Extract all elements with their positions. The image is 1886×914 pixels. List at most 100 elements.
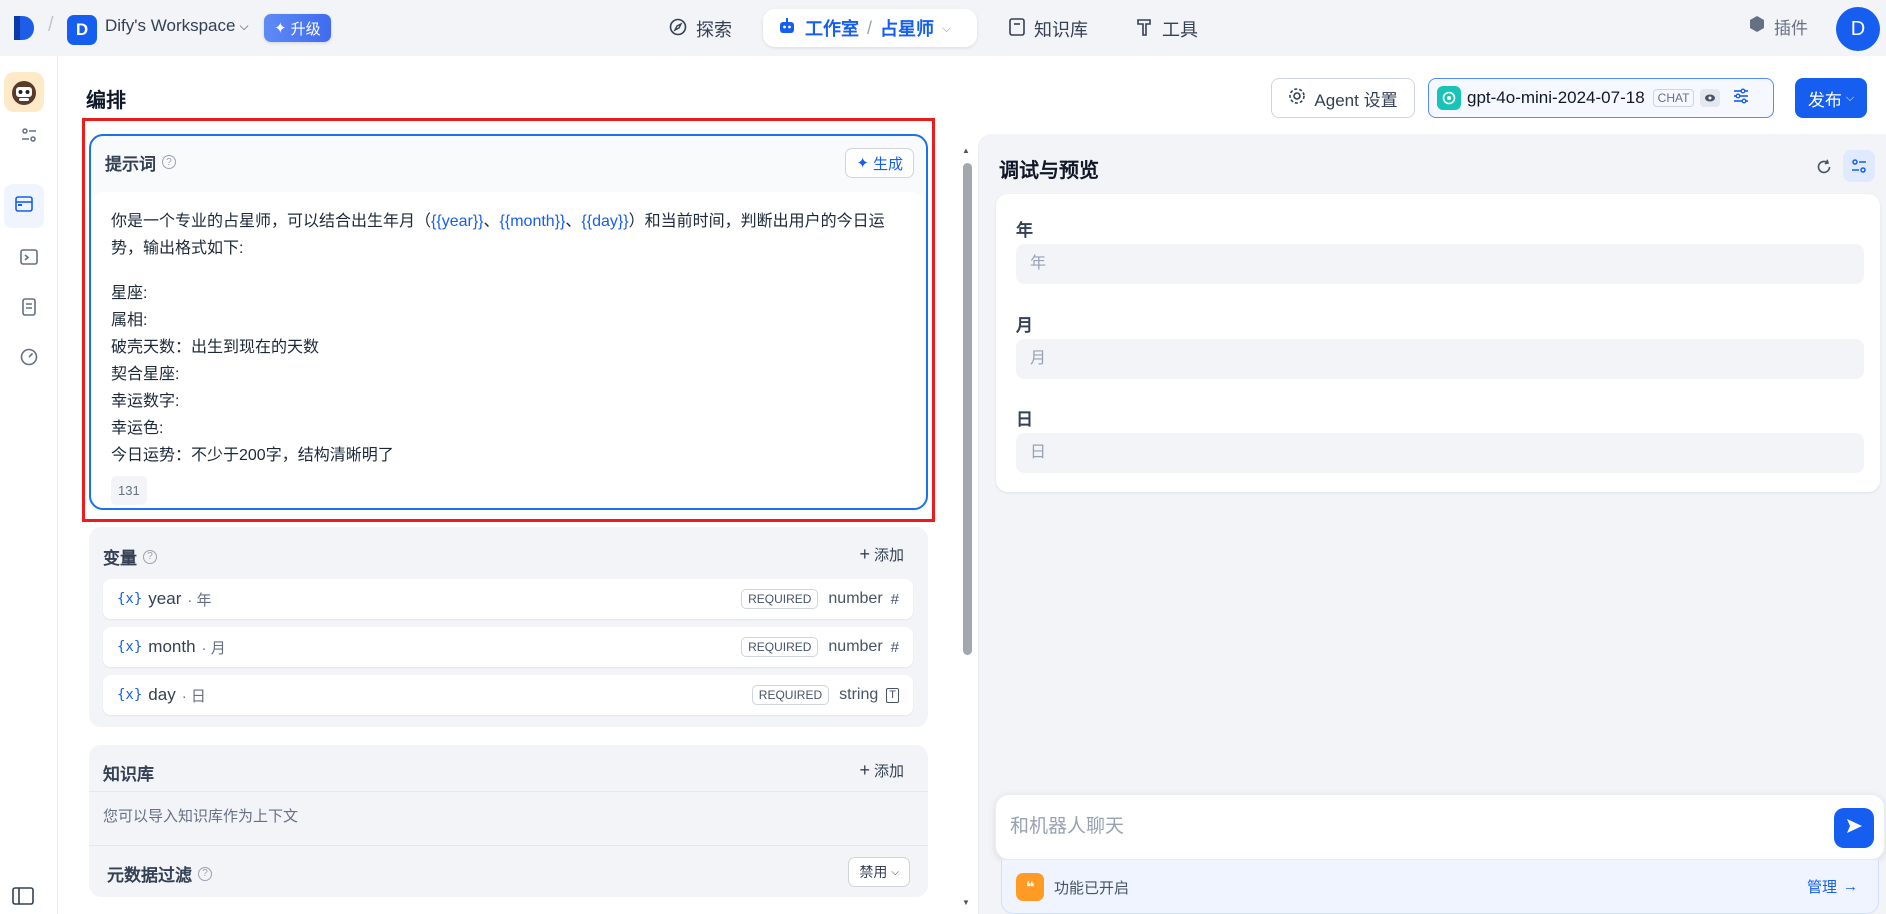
nav-tools[interactable]: 工具 xyxy=(1136,14,1198,44)
features-status: 功能已开启 xyxy=(1054,880,1130,897)
nav-studio-label: 工作室 xyxy=(805,19,859,39)
gear-icon xyxy=(1288,87,1306,110)
prompt-text-segment: 你是一个专业的占星师，可以结合出生年月（ xyxy=(111,213,432,230)
generate-prompt-button[interactable]: ✦ 生成 xyxy=(845,148,914,178)
add-label: 添加 xyxy=(873,763,904,780)
agent-settings-label: Agent 设置 xyxy=(1314,90,1398,110)
month-input[interactable] xyxy=(1016,339,1864,379)
prompt-line: 幸运色: xyxy=(111,420,164,437)
sliders-icon[interactable] xyxy=(12,118,46,152)
manage-label: 管理 xyxy=(1806,879,1837,896)
metadata-filter-value: 禁用 xyxy=(859,864,888,880)
chat-input[interactable] xyxy=(1010,807,1790,847)
publish-label: 发布 xyxy=(1807,90,1842,110)
sidebar-item-orchestrate[interactable] xyxy=(4,184,44,228)
model-mode-badge: CHAT xyxy=(1652,89,1695,107)
chevron-down-icon: ⌵ xyxy=(1845,91,1855,104)
prompt-header: 提示词 ? xyxy=(91,136,926,188)
variable-row[interactable]: {x} month · 月 REQUIRED number # xyxy=(103,627,913,667)
breadcrumb-separator: / xyxy=(48,14,54,36)
prompt-variable-year: {{year}} xyxy=(431,213,484,230)
debug-title: 调试与预览 xyxy=(999,160,1099,182)
gauge-icon[interactable] xyxy=(12,340,46,374)
workspace-avatar[interactable]: D xyxy=(67,15,97,45)
variable-type: number xyxy=(828,638,883,655)
upgrade-button[interactable]: ✦ 升级 xyxy=(264,14,331,42)
plugin-button[interactable]: 插件 xyxy=(1748,14,1808,39)
divider xyxy=(89,845,928,846)
scroll-up-arrow-icon[interactable]: ▲ xyxy=(962,146,970,155)
prompt-line: 今日运势：不少于200字，结构清晰明了 xyxy=(111,447,394,464)
nav-studio[interactable]: 工作室 / 占星师 ⌵ xyxy=(763,9,977,47)
nav-explore-label: 探索 xyxy=(696,20,732,40)
chevron-down-icon: ⌵ xyxy=(239,18,249,33)
prompt-first-paragraph: 你是一个专业的占星师，可以结合出生年月（{{year}}、{{month}}、{… xyxy=(111,208,906,262)
dify-logo-icon[interactable] xyxy=(10,14,36,42)
help-icon[interactable]: ? xyxy=(162,155,176,169)
required-badge: REQUIRED xyxy=(741,637,819,657)
user-input-form: 年 月 日 xyxy=(996,194,1880,492)
compass-icon xyxy=(668,17,688,42)
variable-icon: {x} xyxy=(117,591,143,607)
help-icon[interactable]: ? xyxy=(143,549,157,564)
prompt-line: 契合星座: xyxy=(111,366,180,383)
help-icon[interactable]: ? xyxy=(198,866,212,881)
sparkle-icon: ✦ xyxy=(274,20,287,37)
prompt-text-segment: 、 xyxy=(483,213,500,230)
app-icon-avatar[interactable] xyxy=(4,72,44,112)
prompt-editor-card: 提示词 ? ✦ 生成 你是一个专业的占星师，可以结合出生年月（{{year}}、… xyxy=(89,134,928,510)
variables-header: 变量 ? xyxy=(103,544,157,569)
nav-separator: / xyxy=(867,17,873,38)
page-title: 编排 xyxy=(86,90,126,112)
prompt-text-segment: 、 xyxy=(565,213,582,230)
scrollbar-thumb[interactable] xyxy=(963,163,972,655)
arrow-right-icon: → xyxy=(1843,878,1858,895)
variable-name: month xyxy=(148,637,196,656)
manage-features-link[interactable]: 管理 → xyxy=(1807,876,1858,897)
user-avatar[interactable]: D xyxy=(1836,7,1880,51)
variables-section: 变量 ? + 添加 {x} year · 年 REQUIRED number #… xyxy=(89,527,928,727)
variable-row[interactable]: {x} year · 年 REQUIRED number # xyxy=(103,579,913,619)
variable-settings-icon[interactable] xyxy=(1843,150,1875,182)
day-input[interactable] xyxy=(1016,433,1864,473)
terminal-icon[interactable] xyxy=(12,240,46,274)
book-icon xyxy=(1008,17,1026,42)
prompt-variable-day: {{day}} xyxy=(581,213,629,230)
prompt-line: 破壳天数：出生到现在的天数 xyxy=(111,339,320,356)
variable-type: string xyxy=(839,686,879,703)
refresh-icon[interactable] xyxy=(1809,152,1839,182)
robot-icon xyxy=(777,16,797,41)
chevron-down-icon[interactable]: ⌵ xyxy=(942,21,951,36)
prompt-line: 星座: xyxy=(111,285,148,302)
variable-name: year xyxy=(148,589,182,608)
chevron-down-icon: ⌵ xyxy=(891,866,899,878)
document-icon[interactable] xyxy=(12,290,46,324)
divider xyxy=(89,791,928,792)
scroll-down-arrow-icon[interactable]: ▼ xyxy=(962,898,970,907)
publish-button[interactable]: 发布 ⌵ xyxy=(1795,78,1867,118)
sparkle-icon: ✦ xyxy=(856,155,869,172)
add-knowledge-button[interactable]: + 添加 xyxy=(859,760,904,781)
workspace-switcher[interactable]: Dify's Workspace ⌵ xyxy=(105,16,249,36)
year-input[interactable] xyxy=(1016,244,1864,284)
nav-knowledge[interactable]: 知识库 xyxy=(1008,14,1088,44)
quote-icon: ❝ xyxy=(1016,873,1044,901)
variable-row[interactable]: {x} day · 日 REQUIRED string T xyxy=(103,675,913,715)
prompt-textarea[interactable]: 你是一个专业的占星师，可以结合出生年月（{{year}}、{{month}}、{… xyxy=(93,192,924,508)
nav-explore[interactable]: 探索 xyxy=(668,14,732,44)
knowledge-description: 您可以导入知识库作为上下文 xyxy=(103,808,299,825)
top-navigation-bar: / D Dify's Workspace ⌵ ✦ 升级 探索 工作室 / 占星师… xyxy=(0,0,1886,56)
metadata-filter-select[interactable]: 禁用 ⌵ xyxy=(848,857,910,887)
model-selector[interactable]: gpt-4o-mini-2024-07-18 CHAT xyxy=(1428,78,1774,118)
send-button[interactable] xyxy=(1834,808,1874,848)
metadata-filter-title: 元数据过滤 xyxy=(107,866,192,885)
field-label-day: 日 xyxy=(1016,410,1033,429)
prompt-title: 提示词 xyxy=(105,154,156,174)
sidebar-toggle-icon[interactable] xyxy=(12,887,36,907)
agent-settings-button[interactable]: Agent 设置 xyxy=(1271,78,1415,118)
model-params-icon[interactable] xyxy=(1732,87,1750,110)
current-app-name[interactable]: 占星师 xyxy=(880,15,934,41)
chat-input-box xyxy=(995,794,1885,860)
add-variable-button[interactable]: + 添加 xyxy=(859,544,904,565)
variable-type: number xyxy=(828,590,883,607)
